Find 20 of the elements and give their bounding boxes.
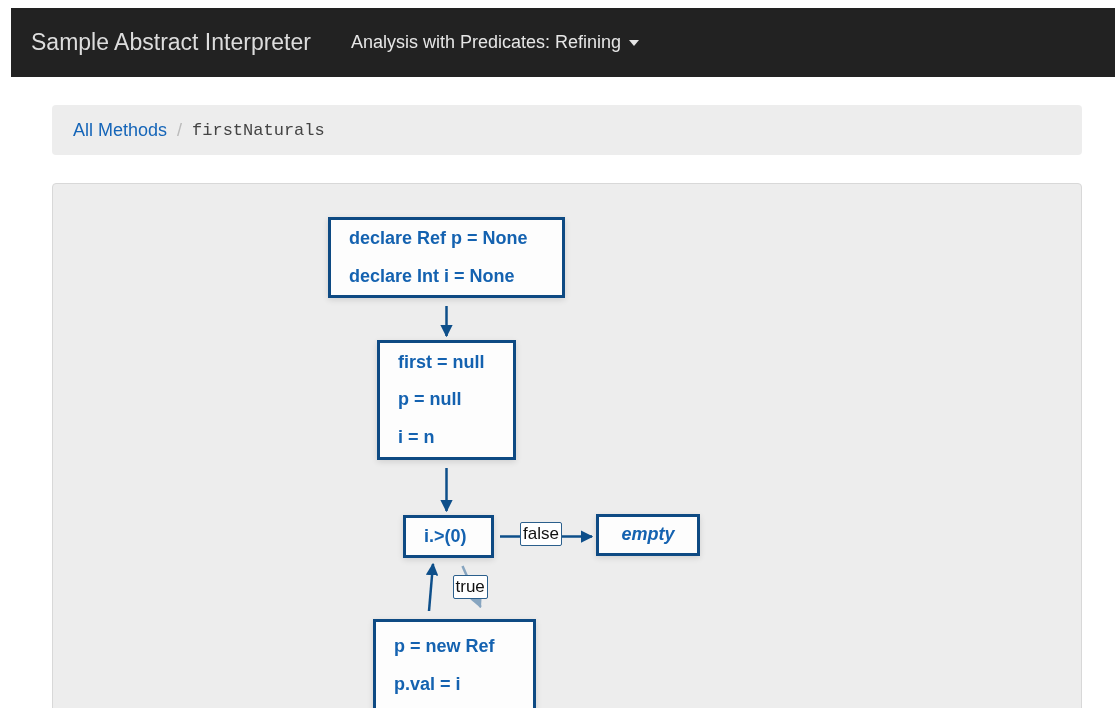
node-statement: i = n [398,426,436,449]
edge-label: true [452,575,488,599]
node-statement: i.>(0) [424,525,468,548]
edge-arrow [440,306,453,338]
analysis-dropdown[interactable]: Analysis with Predicates: Refining [350,32,640,53]
breadcrumb-link[interactable]: All Methods [73,119,168,141]
node-statement: declare Ref p = None [349,227,529,250]
node-statement: p.val = i [394,673,462,696]
edge-label: false [520,522,562,546]
breadcrumb-current: firstNaturals [192,120,325,140]
node-statement: declare Int i = None [349,265,516,288]
node-statement: first = null [398,351,486,374]
edge-arrow [425,562,439,612]
edge-arrow [440,468,453,513]
node-statement: p = null [398,389,463,411]
node-statement: p = new Ref [394,636,496,658]
caret-icon [629,39,640,46]
breadcrumb-separator: / [177,119,183,141]
node-statement: empty [621,524,675,546]
app-title: Sample Abstract Interpreter [31,29,311,56]
